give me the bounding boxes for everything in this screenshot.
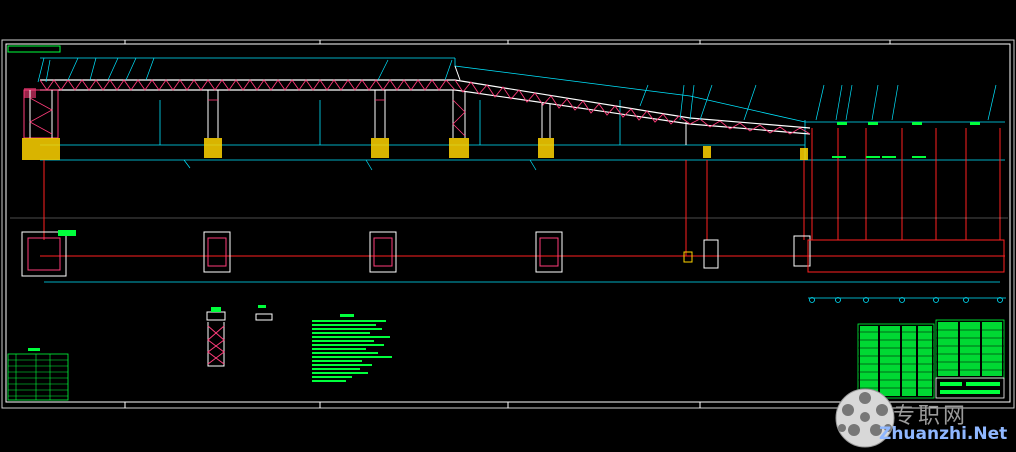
tail-pier-caps (832, 122, 980, 158)
tail-piers (811, 128, 1001, 240)
truss-bracing (39, 79, 456, 91)
dimension-lines (40, 57, 1005, 161)
technical-notes-block (312, 314, 392, 382)
cyan-label-tag (58, 230, 76, 236)
section-detail (255, 305, 273, 321)
foundation-pad (22, 138, 60, 160)
conveyor-truss (39, 65, 811, 135)
drawing-code-box (7, 45, 61, 53)
support-bent-1 (204, 90, 222, 158)
support-bent-2 (371, 90, 389, 158)
cad-drawing-canvas (1, 39, 1015, 448)
elevation-view (22, 57, 1005, 240)
plan-view (10, 160, 1008, 303)
callout-leaders (37, 57, 997, 171)
truss-top-chord (40, 79, 811, 129)
title-block (857, 319, 1005, 399)
support-tower-detail (206, 307, 226, 367)
frame-tick-marks (124, 40, 891, 408)
parts-list-table (7, 348, 69, 401)
plan-foundations (21, 231, 1005, 277)
head-drive-tower (22, 88, 60, 160)
support-bent-4 (538, 103, 554, 158)
watermark-url: Zhuanzhi.Net (879, 424, 1008, 444)
truss-bottom-chord (40, 89, 811, 135)
support-bent-3 (449, 90, 469, 158)
plan-vertical-links (43, 160, 805, 256)
support-bent-5 (685, 122, 808, 160)
